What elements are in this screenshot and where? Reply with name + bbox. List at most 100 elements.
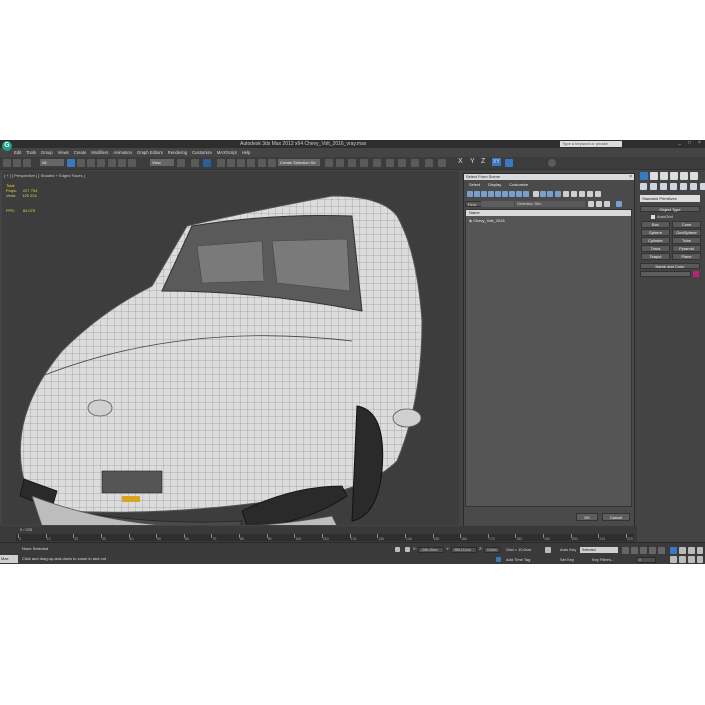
create-tab-icon[interactable] [640,172,648,180]
selection-filter-dropdown[interactable]: All [40,159,64,166]
autogrid-checkbox[interactable]: AutoGrid [651,214,673,219]
edit-named-sets-icon[interactable] [258,159,266,167]
zoom-extents-icon[interactable] [688,547,695,554]
spacewarps-category-icon[interactable] [690,183,697,190]
render-setup-icon[interactable] [386,159,394,167]
axis-z-button[interactable]: Z [481,158,485,165]
object-color-swatch[interactable] [693,271,699,277]
maximize-viewport-icon[interactable] [697,556,703,563]
utilities-tab-icon[interactable] [690,172,698,180]
autogrid-check-icon[interactable] [651,214,655,219]
plane-button[interactable]: Plane [672,253,701,260]
display-helpers-icon[interactable] [495,191,501,197]
z-coordinate-field[interactable]: 0,0cm [484,547,500,553]
align-icon[interactable] [325,159,333,167]
select-object-icon[interactable] [67,159,75,167]
snaps-toggle-icon[interactable] [217,159,225,167]
menu-views[interactable]: Views [58,149,69,156]
display-none-icon[interactable] [540,191,546,197]
go-to-end-icon[interactable] [658,547,665,554]
display-geometry-icon[interactable] [467,191,473,197]
reference-coord-dropdown[interactable]: View [150,159,174,166]
dialog-menu-customize[interactable]: Customize [509,182,528,187]
find-input[interactable] [481,201,514,207]
previous-frame-icon[interactable] [631,547,638,554]
zoom-extents-all-icon[interactable] [697,547,703,554]
shapes-category-icon[interactable] [650,183,657,190]
display-invert-icon[interactable] [547,191,553,197]
render-iterative-icon[interactable] [425,159,433,167]
key-filters-button[interactable]: Key Filters... [592,557,614,563]
rendered-frame-window-icon[interactable] [398,159,406,167]
orbit-icon[interactable] [688,556,695,563]
selection-set-remove-icon[interactable] [596,201,602,207]
display-shapes-icon[interactable] [474,191,480,197]
primitive-type-dropdown[interactable]: Standard Primitives [640,195,700,202]
list-item[interactable]: ◆ Chevy_Volt_2016 [469,218,505,223]
select-manipulate-icon[interactable] [191,159,199,167]
keyboard-shortcut-override-icon[interactable] [203,159,211,167]
angle-snap-icon[interactable] [227,159,235,167]
app-logo-icon[interactable]: G [2,141,12,151]
lock-selection-icon[interactable] [395,547,400,552]
pyramid-button[interactable]: Pyramid [672,245,701,252]
display-influences-icon[interactable] [571,191,577,197]
close-icon[interactable]: × [696,140,703,147]
time-tag-icon[interactable] [496,557,501,562]
pivot-center-icon[interactable] [177,159,185,167]
name-and-color-rollout[interactable]: Name and Color [640,263,700,269]
cylinder-button[interactable]: Cylinder [641,237,670,244]
layer-manager-icon[interactable] [336,159,344,167]
helpers-category-icon[interactable] [680,183,687,190]
display-groups-icon[interactable] [509,191,515,197]
teapot-render-icon[interactable] [548,159,556,167]
axis-x-button[interactable]: X [458,158,463,165]
add-time-tag-button[interactable]: Add Time Tag [506,557,530,563]
display-cameras-icon[interactable] [488,191,494,197]
link-icon[interactable] [3,159,11,167]
motion-tab-icon[interactable] [670,172,678,180]
scene-object-list[interactable]: Name ◆ Chevy_Volt_2016 [465,209,632,507]
display-lights-icon[interactable] [481,191,487,197]
next-frame-icon[interactable] [649,547,656,554]
modify-tab-icon[interactable] [650,172,658,180]
cancel-button[interactable]: Cancel [602,513,630,521]
zoom-icon[interactable] [670,547,677,554]
menu-graph-editors[interactable]: Graph Editors [137,149,163,156]
mirror-icon[interactable] [268,159,276,167]
unlink-icon[interactable] [13,159,21,167]
menu-customize[interactable]: Customize [192,149,212,156]
maximize-icon[interactable]: □ [686,140,693,147]
menu-edit[interactable]: Edit [14,149,21,156]
dialog-menu-display[interactable]: Display [488,182,501,187]
window-crossing-icon[interactable] [97,159,105,167]
list-column-name[interactable]: Name [466,210,631,216]
geosphere-button[interactable]: GeoSphere [672,229,701,236]
plane-constraint-icon[interactable] [505,159,513,167]
teapot-button[interactable]: Teapot [641,253,670,260]
dialog-menu-select[interactable]: Select [469,182,480,187]
torus-button[interactable]: Torus [641,245,670,252]
current-frame-field[interactable]: 0 [636,557,656,563]
material-editor-icon[interactable] [373,159,381,167]
geometry-category-icon[interactable] [640,183,647,190]
selection-set-dropdown[interactable]: Selection Set: [515,201,585,207]
axis-xy-button[interactable]: XY [492,158,501,166]
set-key-toggle-icon[interactable] [545,547,551,553]
named-selection-dropdown[interactable]: Create Selection Se [278,159,320,166]
bind-spacewarp-icon[interactable] [23,159,31,167]
display-xrefs-icon[interactable] [516,191,522,197]
menu-group[interactable]: Group [41,149,53,156]
curve-editor-icon[interactable] [348,159,356,167]
hierarchy-tab-icon[interactable] [660,172,668,180]
find-case-sensitive-icon[interactable] [595,191,601,197]
cone-button[interactable]: Cone [672,221,701,228]
display-spacewarps-icon[interactable] [502,191,508,197]
lights-category-icon[interactable] [660,183,667,190]
select-by-name-icon[interactable] [77,159,85,167]
region-select-icon[interactable] [87,159,95,167]
sync-selection-icon[interactable] [555,191,561,197]
maxscript-listener[interactable]: Max [0,555,18,563]
ok-button[interactable]: OK [576,513,598,521]
filter-icon[interactable] [587,191,593,197]
